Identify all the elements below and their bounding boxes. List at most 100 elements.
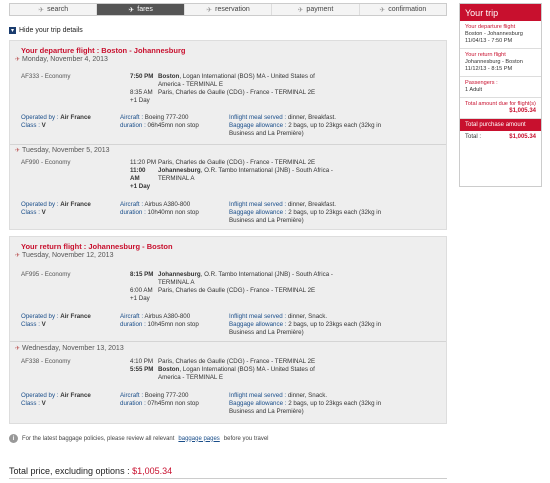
baggage-label: Baggage allowance : [229, 122, 287, 129]
date-text: Wednesday, November 13, 2013 [22, 345, 124, 352]
meal: Inflight meal served : dinner, Breakfast… [229, 201, 336, 209]
aircraft-value: Boeing 777-200 [144, 114, 189, 121]
notice-text-end: before you travel [223, 435, 269, 442]
step-label: reservation [215, 6, 250, 13]
baggage: Baggage allowance : 2 bags, up to 23kgs … [229, 122, 389, 137]
class-value: V [41, 321, 46, 328]
duration: duration : 10h45mn non stop [120, 321, 199, 329]
departure-airport: , Logan International (BOS) MA - United … [158, 73, 315, 88]
aircraft: Aircraft : Boeing 777-200 [120, 392, 188, 400]
baggage-label: Baggage allowance : [229, 209, 287, 216]
sidebar-departure: Your departure flight Boston - Johannesb… [460, 21, 541, 49]
meal-value: dinner, Snack. [287, 392, 328, 399]
plus-day: +1 Day [130, 183, 151, 190]
baggage-label: Baggage allowance : [229, 400, 287, 407]
sidebar-return: Your return flight Johannesburg - Boston… [460, 49, 541, 77]
class: Class : V [21, 400, 46, 408]
date-text: Tuesday, November 12, 2013 [22, 252, 114, 259]
sidebar-return-route: Johannesburg - Boston [465, 59, 523, 65]
flight-number: AF995 - Economy [21, 271, 71, 278]
sidebar-passengers-value: 1 Adult [465, 87, 483, 93]
meal-label: Inflight meal served : [229, 114, 287, 121]
plane-icon: ✈︎ [206, 6, 213, 14]
operator: Air France [60, 114, 91, 121]
hide-trip-details-toggle[interactable]: ▾ Hide your trip details [9, 27, 83, 34]
baggage: Baggage allowance : 2 bags, up to 23kgs … [229, 321, 389, 336]
step-confirmation[interactable]: ✈︎ confirmation [360, 4, 446, 15]
departure-place: Paris, Charles de Gaulle (CDG) - France … [158, 159, 316, 166]
step-label: fares [137, 6, 153, 13]
duration-label: duration : [120, 321, 146, 328]
flight-icon: ✈ [15, 253, 21, 259]
baggage: Baggage allowance : 2 bags, up to 23kgs … [229, 209, 389, 224]
operator: Air France [60, 313, 91, 320]
class-value: V [41, 209, 46, 216]
departure-place: Johannesburg, O.R. Tambo International (… [158, 271, 333, 286]
arrow-right-icon: ✈︎ [38, 6, 45, 14]
step-payment[interactable]: ✈︎ payment [272, 4, 360, 15]
sidebar-purchase-header: Total purchase amount [460, 119, 541, 131]
arrival-time: 8:35 AM [130, 89, 153, 96]
date-text: Tuesday, November 5, 2013 [22, 147, 110, 154]
sidebar-title: Your trip [460, 4, 541, 21]
segment-date: ✈ Tuesday, November 5, 2013 [10, 145, 110, 154]
sidebar-departure-label: Your departure flight [465, 24, 516, 30]
return-panel: Your return flight : Johannesburg - Bost… [9, 236, 447, 424]
arrival-time: 6:00 AM [130, 287, 153, 294]
arrival-city: Boston [158, 366, 180, 373]
date-text: Monday, November 4, 2013 [22, 56, 108, 63]
operated-by: Operated by : Air France [21, 392, 91, 400]
baggage: Baggage allowance : 2 bags, up to 23kgs … [229, 400, 389, 415]
step-search[interactable]: ✈︎ search [10, 4, 98, 15]
hide-trip-details-label: Hide your trip details [19, 27, 83, 34]
aircraft-value: Airbus A380-800 [144, 201, 191, 208]
departure-city: Johannesburg [158, 271, 201, 278]
departure-time: 8:15 PM [130, 271, 154, 278]
sidebar-amount-value: $1,005.34 [509, 108, 536, 114]
duration: duration : 06h45mn non stop [120, 122, 199, 130]
departure-place: Boston, Logan International (BOS) MA - U… [158, 73, 333, 88]
booking-steps: ✈︎ search ✈ fares ✈︎ reservation ✈︎ payment … [9, 3, 447, 16]
class-label: Class : [21, 321, 40, 328]
arrival-airport: , Logan International (BOS) MA - United … [158, 366, 315, 381]
baggage-pages-link[interactable]: baggage pages [178, 436, 219, 442]
arrival-time: 11:00 AM [130, 167, 146, 182]
arrival-place: Johannesburg, O.R. Tambo International (… [158, 167, 333, 182]
class-label: Class : [21, 122, 40, 129]
flight-number: AF338 - Economy [21, 358, 71, 365]
flight-icon: ✈ [15, 57, 21, 63]
divider [10, 341, 446, 342]
segment-date: ✈ Monday, November 4, 2013 [10, 55, 446, 63]
total-price-label: Total price, excluding options : [9, 466, 130, 476]
class-label: Class : [21, 209, 40, 216]
duration-label: duration : [120, 122, 146, 129]
duration: duration : 10h40mn non stop [120, 209, 199, 217]
flight-number: AF990 - Economy [21, 159, 71, 166]
sidebar-return-label: Your return flight [465, 52, 506, 58]
aircraft-value: Boeing 777-200 [144, 392, 189, 399]
aircraft-label: Aircraft : [120, 313, 144, 320]
notice-text: For the latest baggage policies, please … [22, 435, 175, 442]
meal-value: dinner, Breakfast. [287, 201, 336, 208]
operator: Air France [60, 201, 91, 208]
operated-label: Operated by : [21, 201, 59, 208]
class: Class : V [21, 209, 46, 217]
flight-number: AF333 - Economy [21, 73, 71, 80]
segment-date: ✈ Wednesday, November 13, 2013 [10, 343, 124, 352]
arrival-time: 5:55 PM [130, 366, 154, 373]
operated-label: Operated by : [21, 313, 59, 320]
sidebar-departure-route: Boston - Johannesburg [465, 31, 523, 37]
meal: Inflight meal served : dinner, Breakfast… [229, 114, 336, 122]
sidebar-amount: Total amount due for flight(s) $1,005.34 [460, 98, 541, 119]
step-fares[interactable]: ✈ fares [97, 4, 185, 15]
step-label: confirmation [388, 6, 427, 13]
operator: Air France [60, 392, 91, 399]
return-title: Your return flight : Johannesburg - Bost… [21, 242, 173, 251]
step-label: search [47, 6, 69, 13]
class-value: V [41, 122, 46, 129]
your-trip-sidebar: Your trip Your departure flight Boston -… [459, 3, 542, 187]
aircraft: Aircraft : Airbus A380-800 [120, 201, 190, 209]
segment-date: ✈ Tuesday, November 12, 2013 [10, 251, 446, 259]
operated-label: Operated by : [21, 114, 59, 121]
step-reservation[interactable]: ✈︎ reservation [185, 4, 273, 15]
